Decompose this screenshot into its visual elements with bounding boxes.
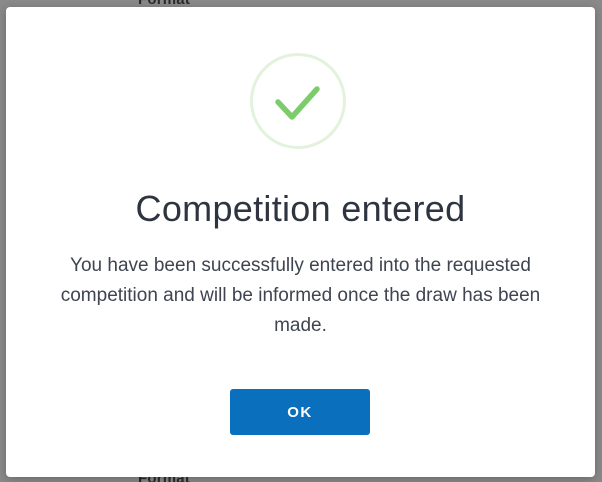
checkmark-icon bbox=[275, 86, 320, 120]
success-dialog: Competition entered You have been succes… bbox=[6, 7, 595, 477]
ok-button[interactable]: OK bbox=[230, 389, 370, 435]
check-circle-icon bbox=[250, 53, 346, 149]
dialog-message: You have been successfully entered into … bbox=[60, 255, 541, 336]
dialog-title: Competition entered bbox=[135, 188, 466, 229]
